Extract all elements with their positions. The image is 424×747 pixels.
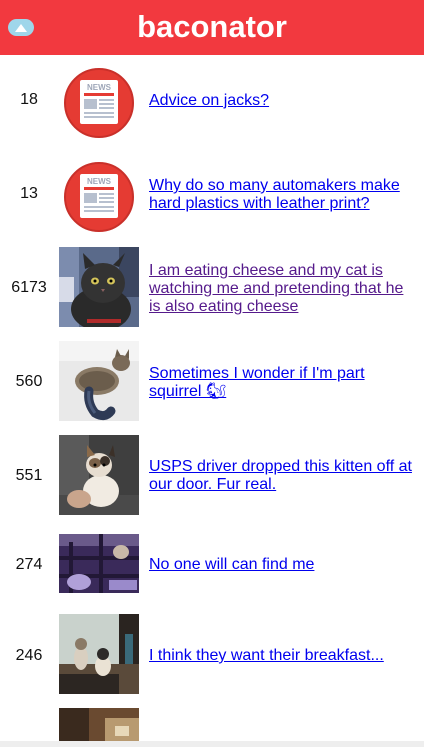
kitten-photo[interactable] xyxy=(59,435,139,515)
post-score: 18 xyxy=(20,91,38,108)
post-title-link[interactable]: I think they want their breakfast... xyxy=(149,647,417,665)
post-row: 246 I think they want their breakfast... xyxy=(0,610,424,700)
svg-text:NEWS: NEWS xyxy=(87,177,112,186)
post-row: 6173 I am eating cheese and my cat is wa… xyxy=(0,243,424,333)
post-score: 560 xyxy=(15,373,43,390)
post-score: 13 xyxy=(20,185,38,202)
app-title: baconator xyxy=(137,9,287,44)
post-title-link[interactable]: Sometimes I wonder if I'm part squirrel … xyxy=(149,365,417,401)
cat-photo[interactable] xyxy=(59,534,139,593)
cat-photo[interactable] xyxy=(59,341,139,421)
app-header: baconator xyxy=(0,0,424,55)
bottom-bar xyxy=(0,741,424,747)
post-title-link[interactable]: Why do so many automakers make hard plas… xyxy=(149,177,417,213)
post-row: 18 NEWS Advice on jacks? xyxy=(0,55,424,145)
svg-text:NEWS: NEWS xyxy=(87,83,112,92)
post-title-link[interactable]: No one will can find me xyxy=(149,556,417,574)
post-title-link[interactable]: USPS driver dropped this kitten off at o… xyxy=(149,458,417,494)
cat-photo[interactable] xyxy=(59,614,139,694)
news-icon[interactable]: NEWS xyxy=(59,157,139,237)
post-title-link[interactable]: I am eating cheese and my cat is watchin… xyxy=(149,262,417,316)
post-row: 274 No one will can find me xyxy=(0,525,424,615)
post-score: 274 xyxy=(15,556,43,573)
post-score: 246 xyxy=(15,647,43,664)
post-score: 6173 xyxy=(11,279,47,296)
news-icon[interactable]: NEWS xyxy=(59,63,139,143)
post-row: 560 Sometimes I wonder if I'm part squir… xyxy=(0,337,424,427)
post-row: 551 USPS driver dropped this kitten off … xyxy=(0,431,424,521)
post-score: 551 xyxy=(15,467,43,484)
post-title-link[interactable]: Advice on jacks? xyxy=(149,92,417,110)
cat-photo[interactable] xyxy=(59,247,139,327)
post-row: 13 NEWS Why do so many automakers make h… xyxy=(0,149,424,239)
